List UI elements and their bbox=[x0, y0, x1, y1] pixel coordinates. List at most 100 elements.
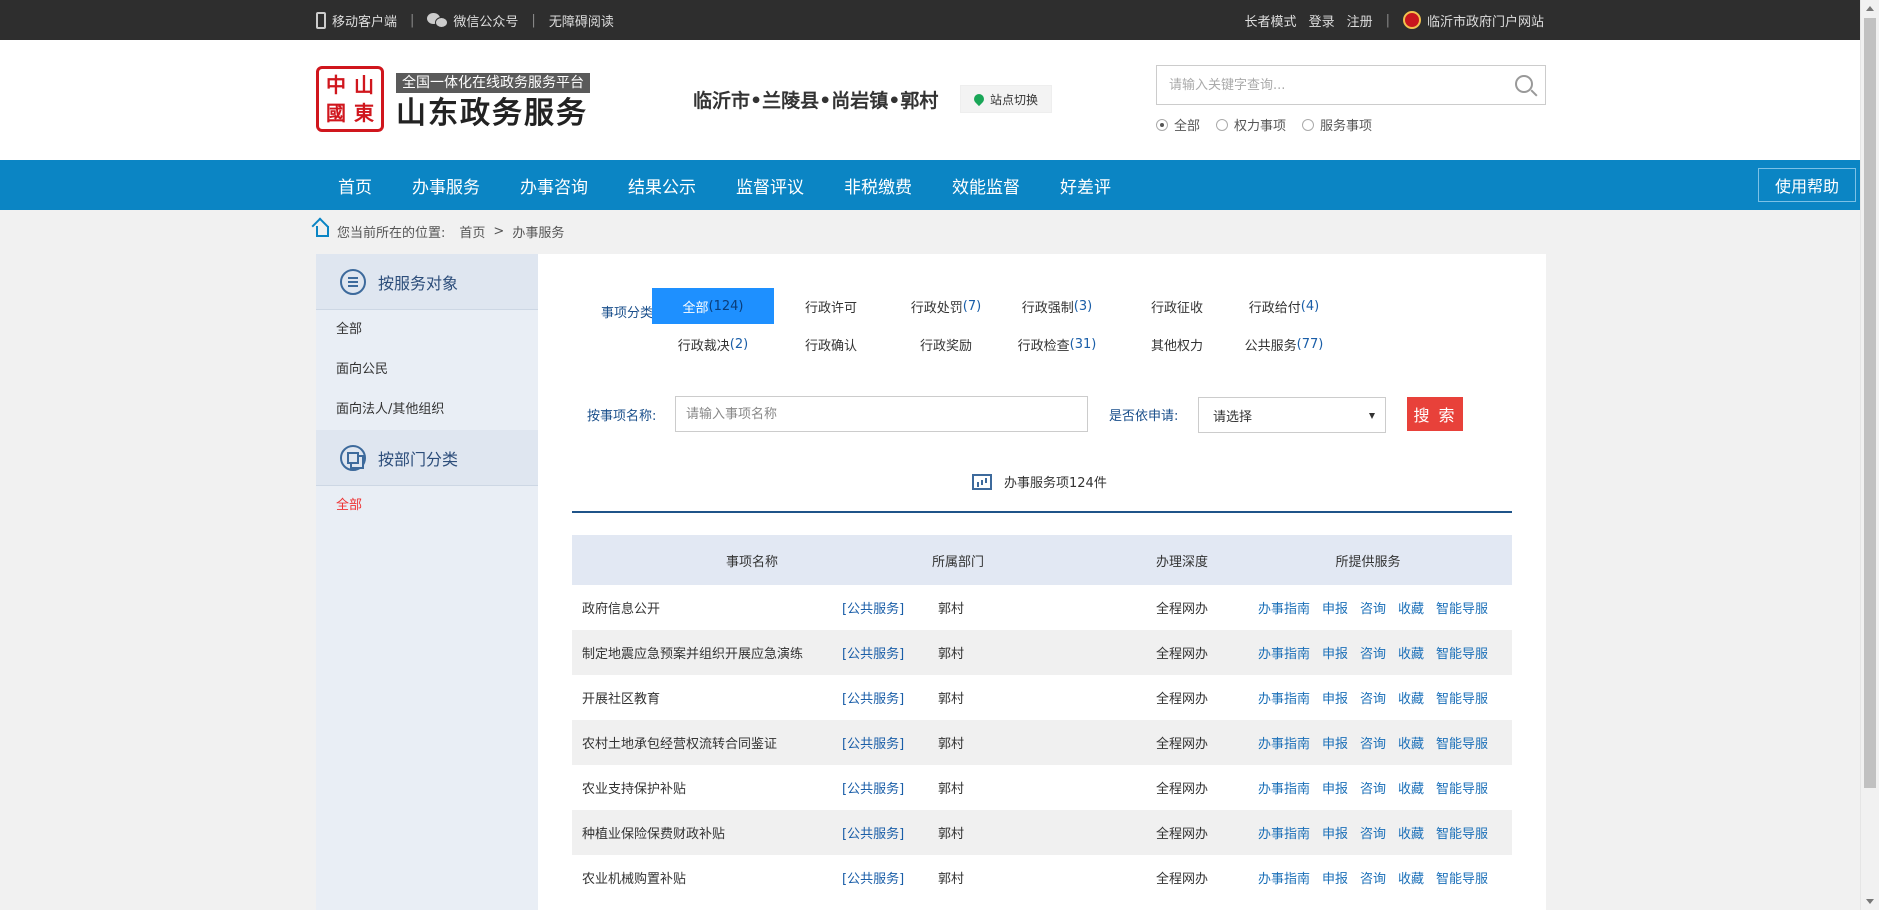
action-link-0[interactable]: 办事指南 bbox=[1258, 733, 1310, 752]
action-link-3[interactable]: 收藏 bbox=[1398, 778, 1424, 797]
item-name[interactable]: 种植业保险保费财政补贴 bbox=[572, 823, 842, 842]
portal-link[interactable]: 临沂市政府门户网站 bbox=[1402, 11, 1544, 30]
sidebar-item-dept-all[interactable]: 全部 bbox=[316, 486, 538, 526]
search-icon[interactable] bbox=[1515, 75, 1533, 93]
phone-icon bbox=[316, 11, 326, 29]
action-link-1[interactable]: 申报 bbox=[1322, 868, 1348, 887]
category-tab-5[interactable]: 行政给付 (4) bbox=[1223, 288, 1345, 324]
category-tab-2[interactable]: 行政处罚 (7) bbox=[885, 288, 1007, 324]
action-link-3[interactable]: 收藏 bbox=[1398, 598, 1424, 617]
scroll-down-icon[interactable] bbox=[1866, 899, 1874, 904]
action-link-4[interactable]: 智能导服 bbox=[1436, 598, 1488, 617]
action-link-1[interactable]: 申报 bbox=[1322, 643, 1348, 662]
category-tab-10[interactable]: 其他权力 bbox=[1116, 326, 1238, 362]
category-tab-4[interactable]: 行政征收 bbox=[1116, 288, 1238, 324]
item-type-link[interactable]: [公共服务] bbox=[842, 643, 932, 662]
breadcrumb-home[interactable]: 首页 bbox=[459, 222, 485, 241]
item-name[interactable]: 制定地震应急预案并组织开展应急演练 bbox=[572, 643, 842, 662]
category-tab-8[interactable]: 行政奖励 bbox=[885, 326, 1007, 362]
action-link-0[interactable]: 办事指南 bbox=[1258, 868, 1310, 887]
apply-select[interactable]: 请选择 bbox=[1198, 397, 1386, 433]
action-link-2[interactable]: 咨询 bbox=[1360, 733, 1386, 752]
action-link-0[interactable]: 办事指南 bbox=[1258, 643, 1310, 662]
nav-item-7[interactable]: 好差评 bbox=[1040, 173, 1131, 198]
scroll-up-icon[interactable] bbox=[1866, 6, 1874, 11]
table-row: 农村土地承包经营权流转合同鉴证 [公共服务] 郭村 全程网办 办事指南 申报 咨询 收藏 智能导… bbox=[572, 720, 1512, 765]
nav-item-4[interactable]: 监督评议 bbox=[716, 173, 824, 198]
login-link[interactable]: 登录 bbox=[1309, 11, 1335, 30]
item-type-link[interactable]: [公共服务] bbox=[842, 823, 932, 842]
sidebar-item-citizen[interactable]: 面向公民 bbox=[316, 350, 538, 390]
action-link-3[interactable]: 收藏 bbox=[1398, 823, 1424, 842]
action-link-2[interactable]: 咨询 bbox=[1360, 643, 1386, 662]
item-name-input[interactable] bbox=[675, 396, 1088, 432]
action-link-0[interactable]: 办事指南 bbox=[1258, 823, 1310, 842]
action-link-1[interactable]: 申报 bbox=[1322, 688, 1348, 707]
scope-service-radio[interactable]: 服务事项 bbox=[1302, 115, 1372, 134]
action-link-1[interactable]: 申报 bbox=[1322, 733, 1348, 752]
category-tab-6[interactable]: 行政裁决 (2) bbox=[652, 326, 774, 362]
search-button[interactable]: 搜 索 bbox=[1407, 397, 1463, 431]
action-link-2[interactable]: 咨询 bbox=[1360, 688, 1386, 707]
sidebar-item-legal[interactable]: 面向法人/其他组织 bbox=[316, 390, 538, 430]
item-name[interactable]: 开展社区教育 bbox=[572, 688, 842, 707]
sidebar-item-all[interactable]: 全部 bbox=[316, 310, 538, 350]
action-link-0[interactable]: 办事指南 bbox=[1258, 778, 1310, 797]
item-type-link[interactable]: [公共服务] bbox=[842, 688, 932, 707]
item-type-link[interactable]: [公共服务] bbox=[842, 598, 932, 617]
action-link-3[interactable]: 收藏 bbox=[1398, 868, 1424, 887]
item-type-link[interactable]: [公共服务] bbox=[842, 733, 932, 752]
action-link-0[interactable]: 办事指南 bbox=[1258, 598, 1310, 617]
action-link-1[interactable]: 申报 bbox=[1322, 823, 1348, 842]
logo-title[interactable]: 山东政务服务 bbox=[396, 96, 588, 132]
action-link-1[interactable]: 申报 bbox=[1322, 598, 1348, 617]
item-type-link[interactable]: [公共服务] bbox=[842, 868, 932, 887]
action-link-4[interactable]: 智能导服 bbox=[1436, 688, 1488, 707]
action-link-2[interactable]: 咨询 bbox=[1360, 598, 1386, 617]
nav-item-0[interactable]: 首页 bbox=[316, 173, 392, 198]
action-link-2[interactable]: 咨询 bbox=[1360, 778, 1386, 797]
category-tab-3[interactable]: 行政强制 (3) bbox=[996, 288, 1118, 324]
action-link-1[interactable]: 申报 bbox=[1322, 778, 1348, 797]
action-link-2[interactable]: 咨询 bbox=[1360, 868, 1386, 887]
item-name[interactable]: 政府信息公开 bbox=[572, 598, 842, 617]
help-button[interactable]: 使用帮助 bbox=[1758, 168, 1856, 202]
scroll-thumb[interactable] bbox=[1864, 18, 1876, 788]
nav-item-6[interactable]: 效能监督 bbox=[932, 173, 1040, 198]
scope-all-radio[interactable]: 全部 bbox=[1156, 115, 1200, 134]
nav-item-2[interactable]: 办事咨询 bbox=[500, 173, 608, 198]
action-link-4[interactable]: 智能导服 bbox=[1436, 643, 1488, 662]
item-name[interactable]: 农业机械购置补贴 bbox=[572, 868, 842, 887]
nav-item-3[interactable]: 结果公示 bbox=[608, 173, 716, 198]
national-emblem-icon bbox=[1402, 11, 1421, 29]
logo-seal[interactable]: 中山國東 bbox=[316, 66, 384, 132]
global-search-input[interactable] bbox=[1157, 66, 1497, 104]
nav-item-5[interactable]: 非税缴费 bbox=[824, 173, 932, 198]
action-link-4[interactable]: 智能导服 bbox=[1436, 823, 1488, 842]
item-type-link[interactable]: [公共服务] bbox=[842, 778, 932, 797]
category-tab-11[interactable]: 公共服务 (77) bbox=[1223, 326, 1345, 362]
category-tab-7[interactable]: 行政确认 bbox=[770, 326, 892, 362]
accessibility-link[interactable]: 无障碍阅读 bbox=[549, 11, 614, 30]
category-tab-1[interactable]: 行政许可 bbox=[770, 288, 892, 324]
action-link-3[interactable]: 收藏 bbox=[1398, 688, 1424, 707]
action-link-0[interactable]: 办事指南 bbox=[1258, 688, 1310, 707]
register-link[interactable]: 注册 bbox=[1347, 11, 1373, 30]
page-scrollbar[interactable] bbox=[1860, 0, 1879, 910]
site-switch-button[interactable]: 站点切换 bbox=[960, 85, 1052, 113]
action-link-4[interactable]: 智能导服 bbox=[1436, 778, 1488, 797]
scope-power-radio[interactable]: 权力事项 bbox=[1216, 115, 1286, 134]
action-link-3[interactable]: 收藏 bbox=[1398, 733, 1424, 752]
category-tab-0[interactable]: 全部 (124) bbox=[652, 288, 774, 324]
item-name[interactable]: 农村土地承包经营权流转合同鉴证 bbox=[572, 733, 842, 752]
item-name[interactable]: 农业支持保护补贴 bbox=[572, 778, 842, 797]
wechat-link[interactable]: 微信公众号 bbox=[427, 11, 518, 30]
action-link-3[interactable]: 收藏 bbox=[1398, 643, 1424, 662]
nav-item-1[interactable]: 办事服务 bbox=[392, 173, 500, 198]
action-link-2[interactable]: 咨询 bbox=[1360, 823, 1386, 842]
category-tab-9[interactable]: 行政检查 (31) bbox=[996, 326, 1118, 362]
action-link-4[interactable]: 智能导服 bbox=[1436, 733, 1488, 752]
elder-mode-link[interactable]: 长者模式 bbox=[1245, 11, 1297, 30]
action-link-4[interactable]: 智能导服 bbox=[1436, 868, 1488, 887]
mobile-client-link[interactable]: 移动客户端 bbox=[316, 11, 397, 30]
